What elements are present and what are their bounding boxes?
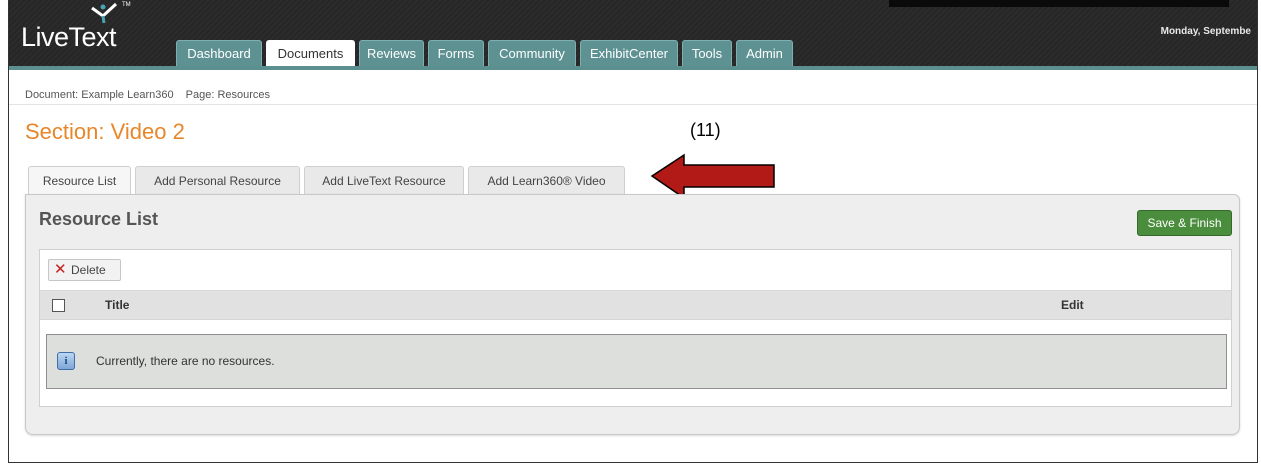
- select-all-checkbox[interactable]: [52, 299, 65, 312]
- breadcrumb: Document: Example Learn360 Page: Resourc…: [25, 89, 279, 101]
- nav-underline: [9, 66, 1257, 70]
- table-header: Title Edit: [40, 290, 1231, 320]
- livetext-logo-icon: [91, 2, 118, 24]
- trademark-mark: TM: [122, 2, 131, 8]
- tab-add-livetext-resource[interactable]: Add LiveText Resource: [304, 166, 464, 194]
- resource-list-panel: Resource List Save & Finish ✕ Delete Tit…: [25, 194, 1240, 435]
- delete-x-icon: ✕: [54, 261, 67, 278]
- column-title[interactable]: Title: [105, 298, 129, 312]
- livetext-logo[interactable]: LiveText: [21, 22, 117, 53]
- delete-button[interactable]: ✕ Delete: [48, 259, 121, 281]
- column-edit: Edit: [1061, 298, 1084, 312]
- tab-exhibitcenter[interactable]: ExhibitCenter: [580, 40, 678, 66]
- top-user-bar: [889, 0, 1229, 7]
- info-icon: i: [57, 352, 75, 370]
- tab-resource-list[interactable]: Resource List: [28, 166, 131, 194]
- tab-forms[interactable]: Forms: [428, 40, 484, 66]
- tab-add-learn360-video[interactable]: Add Learn360® Video: [468, 166, 625, 194]
- page-title: Section: Video 2: [25, 119, 185, 144]
- tab-dashboard[interactable]: Dashboard: [176, 40, 262, 66]
- app-header: TM LiveText Monday, Septembe Dashboard D…: [9, 0, 1257, 67]
- panel-title: Resource List: [39, 209, 159, 229]
- tab-reviews[interactable]: Reviews: [359, 40, 424, 66]
- current-date: Monday, Septembe: [1160, 26, 1251, 37]
- browser-frame: TM LiveText Monday, Septembe Dashboard D…: [8, 0, 1258, 463]
- tab-documents[interactable]: Documents: [266, 40, 355, 67]
- callout-number: (11): [690, 120, 721, 140]
- empty-state-message: i Currently, there are no resources.: [46, 334, 1227, 389]
- tab-community[interactable]: Community: [488, 40, 576, 66]
- breadcrumb-page[interactable]: Page: Resources: [186, 89, 270, 101]
- empty-state-text: Currently, there are no resources.: [96, 354, 275, 368]
- tab-admin[interactable]: Admin: [736, 40, 793, 66]
- divider: [9, 104, 1257, 105]
- delete-label: Delete: [71, 263, 106, 277]
- resource-table: ✕ Delete Title Edit i Currently, there a…: [39, 249, 1232, 407]
- save-finish-button[interactable]: Save & Finish: [1137, 210, 1232, 236]
- breadcrumb-document[interactable]: Document: Example Learn360: [25, 89, 174, 101]
- tab-add-personal-resource[interactable]: Add Personal Resource: [135, 166, 300, 194]
- tab-tools[interactable]: Tools: [682, 40, 732, 66]
